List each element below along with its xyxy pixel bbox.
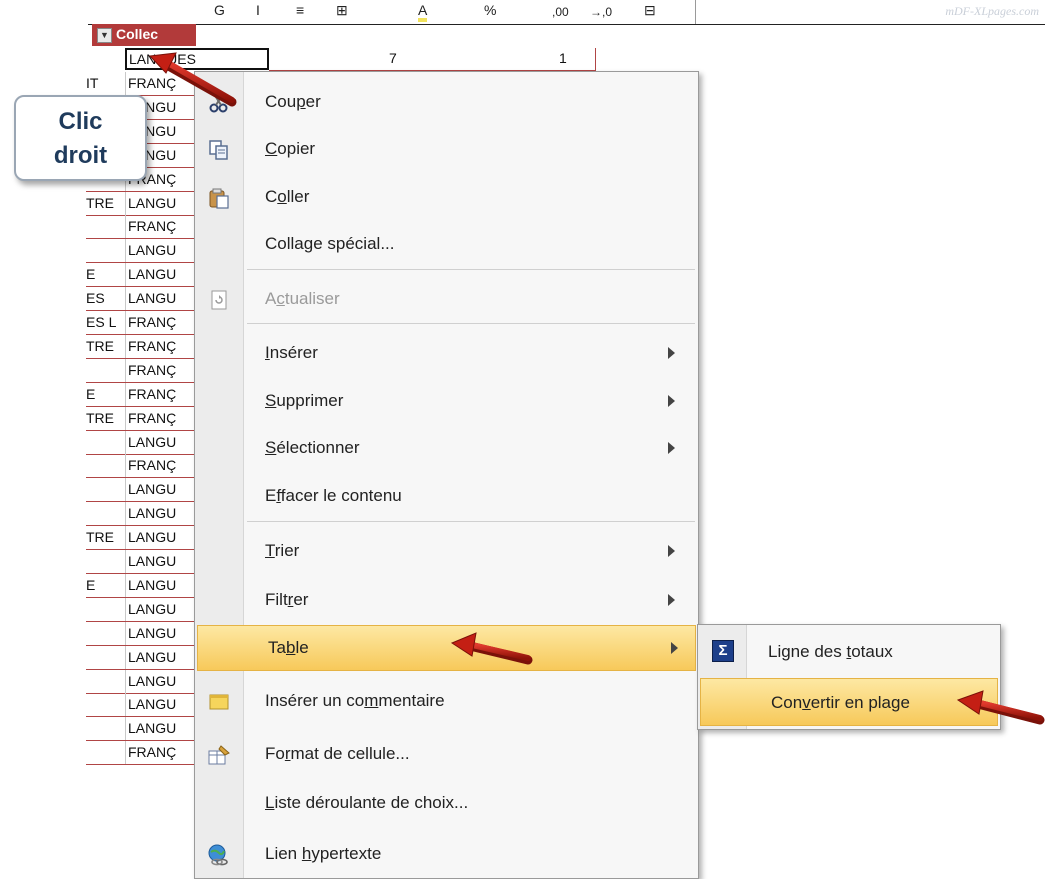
arrow-to-convert-item	[956, 690, 1045, 725]
arrow-to-cell	[148, 52, 237, 107]
arrow-to-table-item	[450, 632, 533, 665]
annotation-arrows	[148, 52, 1045, 725]
